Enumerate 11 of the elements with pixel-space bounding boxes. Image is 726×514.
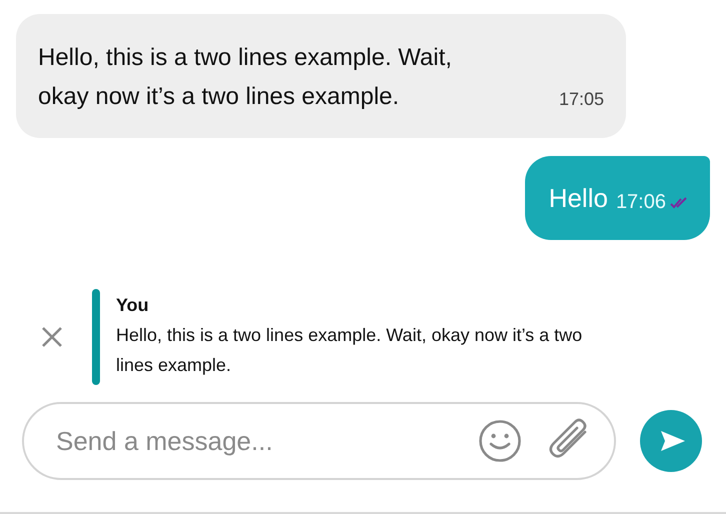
message-time: 17:06	[616, 191, 666, 214]
reply-text: Hello, this is a two lines example. Wait, okay now it’s a two lines example.	[116, 324, 584, 377]
message-input[interactable]: Send a message...	[54, 424, 454, 458]
message-text: Hello	[548, 182, 608, 214]
message-text: Hello, this is a two lines example. Wait, okay now it’s a two lines example.	[38, 43, 453, 112]
send-icon	[659, 429, 687, 453]
emoji-icon[interactable]	[478, 419, 522, 463]
message-time: 17:05	[558, 89, 604, 109]
reply-author: You	[116, 294, 150, 316]
message-field[interactable]: Send a message...	[22, 402, 616, 480]
close-icon	[41, 326, 63, 348]
